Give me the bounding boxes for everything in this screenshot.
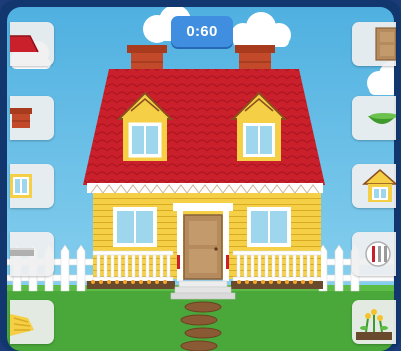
chimney-left: [127, 45, 167, 73]
window-left: [113, 207, 157, 247]
fence-icon: [10, 248, 34, 256]
chimney-button[interactable]: [10, 96, 54, 140]
railing-button[interactable]: [352, 232, 396, 276]
door-icon: [375, 27, 396, 61]
flowers-button[interactable]: [352, 300, 396, 344]
door-button[interactable]: [352, 22, 396, 66]
roof-button[interactable]: [10, 22, 54, 66]
door: [183, 214, 223, 280]
roof: [83, 69, 325, 185]
window-icon: [10, 174, 32, 198]
game-scene: [7, 7, 394, 351]
timer-display: 0:60: [171, 16, 233, 47]
front-steps: [170, 280, 236, 300]
chimney-icon: [10, 108, 32, 128]
dormer-button[interactable]: [352, 164, 396, 208]
flowers-icon: [356, 309, 392, 340]
window-right: [247, 207, 291, 247]
path-button[interactable]: [10, 300, 54, 344]
window-button[interactable]: [10, 164, 54, 208]
bush-icon: [368, 113, 396, 124]
game-frame: 0:60: [0, 0, 401, 351]
railing-icon: [365, 241, 391, 267]
dormer-icon: [362, 169, 396, 202]
roof-icon: [10, 35, 39, 53]
house-scene: [7, 7, 394, 351]
roof-trim: [87, 183, 323, 194]
chimney-right: [235, 45, 275, 73]
bush-button[interactable]: [352, 96, 396, 140]
fence-button[interactable]: [10, 232, 54, 276]
path-icon: [10, 314, 34, 336]
